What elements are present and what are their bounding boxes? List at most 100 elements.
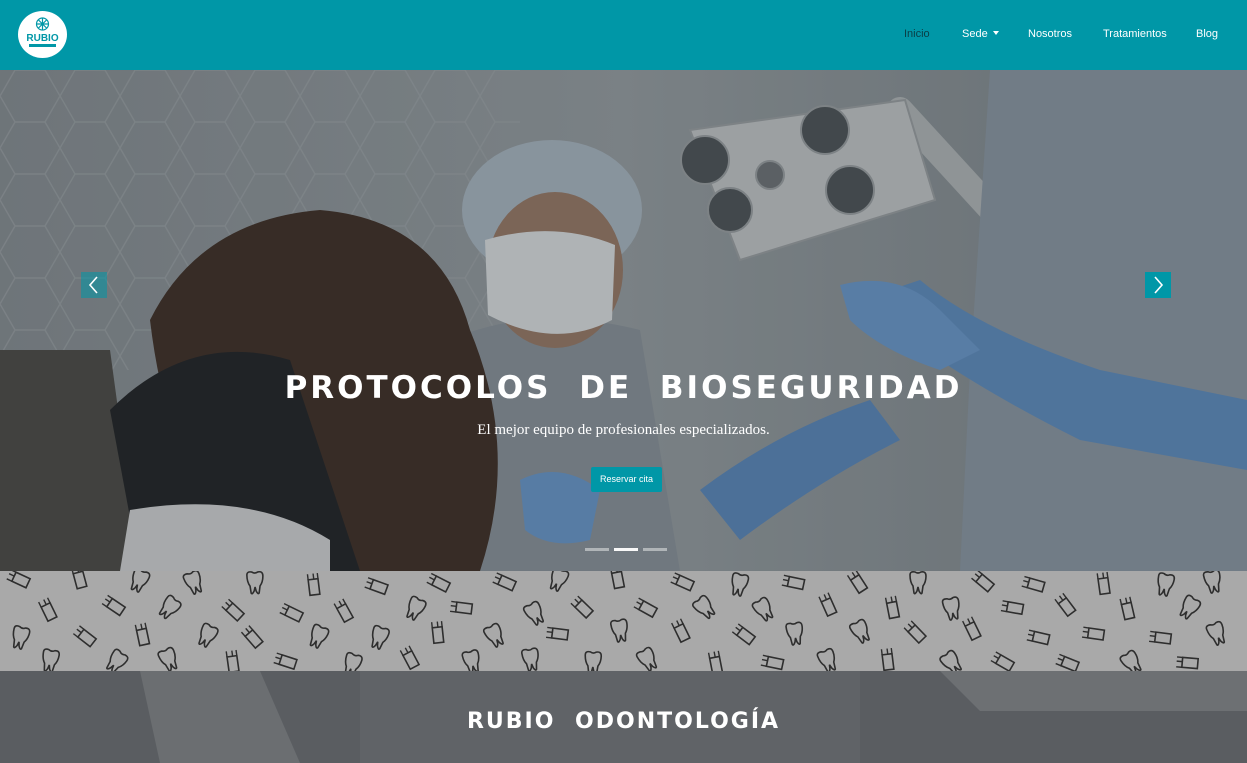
- navbar: RUBIO Inicio Sede Nosotros Tratamientos …: [0, 0, 1247, 70]
- toothbrush-icon: [756, 646, 789, 671]
- toothbrush-icon: [903, 619, 928, 644]
- nav-sede-label: Sede: [962, 28, 988, 40]
- toothbrush-icon: [540, 617, 574, 650]
- toothbrush-icon: [730, 621, 757, 648]
- tooth-icon: [1154, 571, 1176, 598]
- logo-text: RUBIO: [26, 33, 59, 44]
- about-section: RUBIO ODONTOLOGÍA: [0, 671, 1247, 763]
- tooth-icon: [126, 571, 152, 595]
- toothbrush-icon: [956, 613, 987, 644]
- toothbrush-icon: [99, 591, 128, 620]
- toothbrush-icon: [996, 591, 1029, 624]
- toothbrush-icon: [1076, 617, 1110, 650]
- tooth-icon: [815, 646, 841, 671]
- nav-inicio[interactable]: Inicio: [904, 28, 930, 40]
- toothbrush-icon: [812, 589, 843, 620]
- toothbrush-icon: [360, 571, 392, 602]
- toothbrush-icon: [423, 571, 454, 598]
- toothbrush-icon: [239, 624, 265, 650]
- toothbrush-icon: [489, 571, 520, 597]
- tooth-icon: [938, 648, 966, 671]
- toothbrush-icon: [1143, 621, 1177, 654]
- toothbrush-icon: [777, 571, 810, 599]
- carousel-next-button[interactable]: [1145, 272, 1171, 298]
- tooth-icon: [156, 645, 182, 671]
- toothbrush-icon: [63, 571, 96, 594]
- tooth-pattern: [3, 571, 1230, 671]
- hero-carousel: PROTOCOLOS DE BIOSEGURIDAD El mejor equi…: [0, 70, 1247, 571]
- toothbrush-icon: [1052, 591, 1079, 618]
- tooth-icon: [181, 571, 207, 597]
- toothbrush-icon: [970, 571, 996, 594]
- chevron-left-icon: [88, 276, 98, 294]
- tooth-pattern-band: [0, 571, 1247, 671]
- carousel-indicator-3[interactable]: [643, 548, 667, 551]
- tooth-icon: [402, 594, 428, 623]
- brand-logo[interactable]: RUBIO: [18, 11, 67, 58]
- carousel-indicator-2[interactable]: [614, 548, 638, 551]
- toothbrush-icon: [395, 642, 425, 671]
- nav-tratamientos[interactable]: Tratamientos: [1103, 28, 1167, 40]
- carousel-prev-button[interactable]: [81, 272, 107, 298]
- tooth-icon: [246, 571, 264, 595]
- nav-nosotros[interactable]: Nosotros: [1028, 28, 1072, 40]
- toothbrush-icon: [876, 591, 909, 624]
- toothbrush-icon: [32, 594, 63, 625]
- toothbrush-icon: [1087, 571, 1120, 600]
- tooth-icon: [583, 650, 603, 671]
- tooth-icon: [545, 571, 571, 594]
- toothbrush-icon: [843, 571, 872, 596]
- toothbrush-icon: [1022, 621, 1055, 654]
- caret-down-icon: [992, 31, 999, 35]
- tooth-icon: [1204, 619, 1230, 648]
- tooth-icon: [847, 617, 874, 646]
- tooth-icon: [609, 617, 631, 644]
- tooth-icon: [690, 593, 719, 623]
- toothbrush-icon: [988, 647, 1017, 671]
- tooth-icon: [340, 651, 364, 671]
- tooth-icon: [155, 593, 184, 623]
- reservar-cita-button[interactable]: Reservar cita: [591, 467, 662, 492]
- tooth-icon: [521, 599, 548, 628]
- tooth-icon: [367, 624, 391, 652]
- toothbrush-icon: [329, 596, 359, 625]
- toothbrush-icon: [269, 645, 301, 671]
- tooth-icon: [941, 595, 963, 622]
- nav-blog[interactable]: Blog: [1196, 28, 1218, 40]
- toothbrush-icon: [569, 595, 594, 620]
- tooth-icon: [194, 621, 220, 650]
- toothbrush-icon: [444, 591, 478, 624]
- carousel-indicator-1[interactable]: [585, 548, 609, 551]
- hero-overlay: [0, 70, 1247, 571]
- nav-sede[interactable]: Sede: [962, 28, 999, 40]
- toothbrush-icon: [631, 593, 660, 623]
- toothbrush-icon: [1170, 646, 1204, 671]
- toothbrush-icon: [276, 597, 307, 628]
- toothbrush-icon: [3, 571, 34, 594]
- tooth-icon: [634, 645, 661, 671]
- tooth-icon: [728, 571, 750, 598]
- tooth-icon: [102, 647, 130, 671]
- toothbrush-icon: [297, 571, 330, 601]
- tooth-icon: [784, 621, 806, 647]
- chevron-right-icon: [1154, 276, 1164, 294]
- tooth-icon: [305, 622, 331, 651]
- tooth-icon: [8, 624, 32, 652]
- tooth-icon: [750, 595, 778, 625]
- toothbrush-icon: [667, 571, 698, 597]
- tooth-icon: [460, 648, 483, 671]
- hero-title: PROTOCOLOS DE BIOSEGURIDAD: [284, 370, 963, 406]
- hero-subtitle: El mejor equipo de profesionales especia…: [477, 422, 770, 438]
- toothbrush-icon: [699, 646, 732, 671]
- tooth-icon: [1202, 571, 1224, 595]
- toothbrush-icon: [126, 618, 159, 651]
- tooth-icon: [1118, 648, 1146, 671]
- toothbrush-icon: [1052, 647, 1083, 671]
- tooth-icon: [1175, 593, 1203, 623]
- toothbrush-icon: [665, 615, 696, 646]
- about-title: RUBIO ODONTOLOGÍA: [466, 709, 781, 734]
- toothbrush-icon: [871, 642, 904, 671]
- toothbrush-icon: [421, 615, 454, 649]
- toothbrush-icon: [71, 623, 98, 650]
- tooth-icon: [909, 571, 927, 595]
